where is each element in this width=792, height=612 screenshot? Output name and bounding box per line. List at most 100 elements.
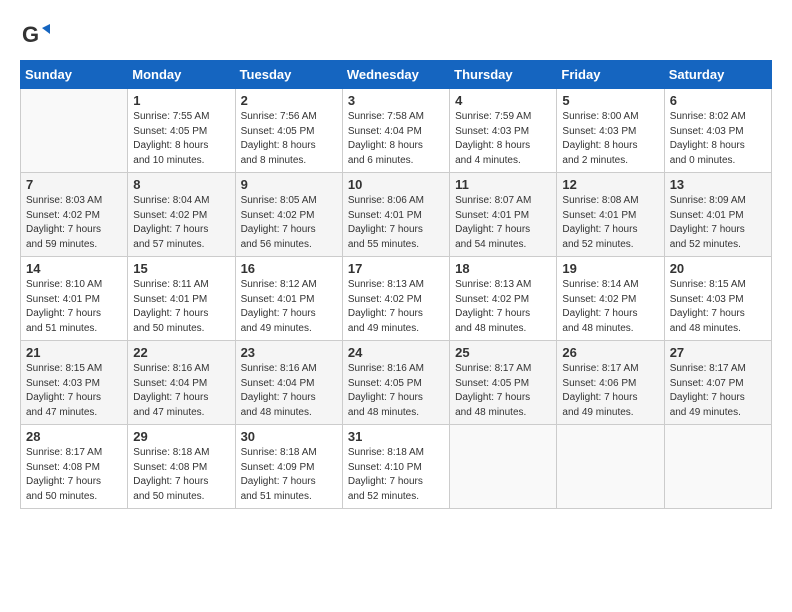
day-info: Sunrise: 8:00 AM Sunset: 4:03 PM Dayligh… bbox=[562, 110, 658, 168]
day-number: 14 bbox=[26, 261, 122, 276]
calendar-cell: 4 Sunrise: 7:59 AM Sunset: 4:03 PM Daylig… bbox=[450, 89, 557, 173]
calendar-cell: 24Sunrise: 8:16 AM Sunset: 4:05 PM Dayli… bbox=[342, 341, 449, 425]
calendar-cell: 26Sunrise: 8:17 AM Sunset: 4:06 PM Dayli… bbox=[557, 341, 664, 425]
calendar-cell: 19Sunrise: 8:14 AM Sunset: 4:02 PM Dayli… bbox=[557, 257, 664, 341]
calendar-cell: 14 Sunrise: 8:10 AM Sunset: 4:01 PM Dayli… bbox=[21, 257, 128, 341]
day-info: Sunrise: 8:16 AM Sunset: 4:04 PM Dayligh… bbox=[241, 362, 337, 420]
calendar-table: SundayMondayTuesdayWednesdayThursdayFrid… bbox=[20, 60, 772, 509]
day-number: 22 bbox=[133, 345, 229, 360]
day-info: Sunrise: 8:18 AM Sunset: 4:08 PM Dayligh… bbox=[133, 446, 229, 504]
calendar-cell: 15 Sunrise: 8:11 AM Sunset: 4:01 PM Dayli… bbox=[128, 257, 235, 341]
day-info: Sunrise: 8:08 AM Sunset: 4:01 PM Dayligh… bbox=[562, 194, 658, 252]
day-number: 15 bbox=[133, 261, 229, 276]
day-info: Sunrise: 7:56 AM Sunset: 4:05 PM Dayligh… bbox=[241, 110, 337, 168]
day-info: Sunrise: 8:17 AM Sunset: 4:08 PM Dayligh… bbox=[26, 446, 122, 504]
weekday-friday: Friday bbox=[557, 61, 664, 89]
calendar-cell: 1Sunrise: 7:55 AM Sunset: 4:05 PM Daylig… bbox=[128, 89, 235, 173]
day-info: Sunrise: 7:58 AM Sunset: 4:04 PM Dayligh… bbox=[348, 110, 444, 168]
calendar-cell: 29 Sunrise: 8:18 AM Sunset: 4:08 PM Dayli… bbox=[128, 425, 235, 509]
weekday-saturday: Saturday bbox=[664, 61, 771, 89]
calendar-cell: 8 Sunrise: 8:04 AM Sunset: 4:02 PM Daylig… bbox=[128, 173, 235, 257]
day-info: Sunrise: 8:03 AM Sunset: 4:02 PM Dayligh… bbox=[26, 194, 122, 252]
calendar-week-5: 28 Sunrise: 8:17 AM Sunset: 4:08 PM Dayli… bbox=[21, 425, 772, 509]
calendar-week-3: 14 Sunrise: 8:10 AM Sunset: 4:01 PM Dayli… bbox=[21, 257, 772, 341]
day-number: 12 bbox=[562, 177, 658, 192]
weekday-thursday: Thursday bbox=[450, 61, 557, 89]
calendar-cell bbox=[557, 425, 664, 509]
weekday-header-row: SundayMondayTuesdayWednesdayThursdayFrid… bbox=[21, 61, 772, 89]
day-number: 28 bbox=[26, 429, 122, 444]
day-number: 4 bbox=[455, 93, 551, 108]
calendar-cell: 3 Sunrise: 7:58 AM Sunset: 4:04 PM Daylig… bbox=[342, 89, 449, 173]
day-number: 1 bbox=[133, 93, 229, 108]
calendar-cell: 25 Sunrise: 8:17 AM Sunset: 4:05 PM Dayli… bbox=[450, 341, 557, 425]
day-number: 23 bbox=[241, 345, 337, 360]
calendar-body: 1Sunrise: 7:55 AM Sunset: 4:05 PM Daylig… bbox=[21, 89, 772, 509]
weekday-monday: Monday bbox=[128, 61, 235, 89]
calendar-cell: 30 Sunrise: 8:18 AM Sunset: 4:09 PM Dayli… bbox=[235, 425, 342, 509]
day-info: Sunrise: 8:05 AM Sunset: 4:02 PM Dayligh… bbox=[241, 194, 337, 252]
day-number: 19 bbox=[562, 261, 658, 276]
day-number: 25 bbox=[455, 345, 551, 360]
day-number: 31 bbox=[348, 429, 444, 444]
calendar-cell: 23 Sunrise: 8:16 AM Sunset: 4:04 PM Dayli… bbox=[235, 341, 342, 425]
day-info: Sunrise: 8:15 AM Sunset: 4:03 PM Dayligh… bbox=[26, 362, 122, 420]
day-number: 6 bbox=[670, 93, 766, 108]
calendar-cell: 18 Sunrise: 8:13 AM Sunset: 4:02 PM Dayli… bbox=[450, 257, 557, 341]
day-info: Sunrise: 8:02 AM Sunset: 4:03 PM Dayligh… bbox=[670, 110, 766, 168]
calendar-cell: 31 Sunrise: 8:18 AM Sunset: 4:10 PM Dayli… bbox=[342, 425, 449, 509]
day-number: 24 bbox=[348, 345, 444, 360]
calendar-cell bbox=[664, 425, 771, 509]
day-number: 11 bbox=[455, 177, 551, 192]
day-number: 7 bbox=[26, 177, 122, 192]
day-info: Sunrise: 8:15 AM Sunset: 4:03 PM Dayligh… bbox=[670, 278, 766, 336]
day-info: Sunrise: 8:11 AM Sunset: 4:01 PM Dayligh… bbox=[133, 278, 229, 336]
day-info: Sunrise: 8:13 AM Sunset: 4:02 PM Dayligh… bbox=[455, 278, 551, 336]
day-number: 30 bbox=[241, 429, 337, 444]
day-number: 13 bbox=[670, 177, 766, 192]
logo: G bbox=[20, 20, 54, 50]
day-number: 20 bbox=[670, 261, 766, 276]
calendar-cell: 11Sunrise: 8:07 AM Sunset: 4:01 PM Dayli… bbox=[450, 173, 557, 257]
calendar-cell: 27Sunrise: 8:17 AM Sunset: 4:07 PM Dayli… bbox=[664, 341, 771, 425]
calendar-cell: 17 Sunrise: 8:13 AM Sunset: 4:02 PM Dayli… bbox=[342, 257, 449, 341]
day-number: 10 bbox=[348, 177, 444, 192]
day-info: Sunrise: 8:13 AM Sunset: 4:02 PM Dayligh… bbox=[348, 278, 444, 336]
day-info: Sunrise: 8:04 AM Sunset: 4:02 PM Dayligh… bbox=[133, 194, 229, 252]
day-info: Sunrise: 8:16 AM Sunset: 4:04 PM Dayligh… bbox=[133, 362, 229, 420]
day-info: Sunrise: 7:59 AM Sunset: 4:03 PM Dayligh… bbox=[455, 110, 551, 168]
calendar-cell bbox=[450, 425, 557, 509]
logo-icon: G bbox=[20, 20, 50, 50]
calendar-week-1: 1Sunrise: 7:55 AM Sunset: 4:05 PM Daylig… bbox=[21, 89, 772, 173]
calendar-cell: 5 Sunrise: 8:00 AM Sunset: 4:03 PM Daylig… bbox=[557, 89, 664, 173]
day-number: 3 bbox=[348, 93, 444, 108]
calendar-week-2: 7 Sunrise: 8:03 AM Sunset: 4:02 PM Daylig… bbox=[21, 173, 772, 257]
calendar-cell: 16Sunrise: 8:12 AM Sunset: 4:01 PM Dayli… bbox=[235, 257, 342, 341]
weekday-tuesday: Tuesday bbox=[235, 61, 342, 89]
day-info: Sunrise: 8:18 AM Sunset: 4:10 PM Dayligh… bbox=[348, 446, 444, 504]
calendar-cell bbox=[21, 89, 128, 173]
day-number: 8 bbox=[133, 177, 229, 192]
day-number: 5 bbox=[562, 93, 658, 108]
day-info: Sunrise: 8:17 AM Sunset: 4:07 PM Dayligh… bbox=[670, 362, 766, 420]
day-info: Sunrise: 8:17 AM Sunset: 4:05 PM Dayligh… bbox=[455, 362, 551, 420]
day-number: 9 bbox=[241, 177, 337, 192]
calendar-cell: 13 Sunrise: 8:09 AM Sunset: 4:01 PM Dayli… bbox=[664, 173, 771, 257]
day-info: Sunrise: 8:17 AM Sunset: 4:06 PM Dayligh… bbox=[562, 362, 658, 420]
day-number: 29 bbox=[133, 429, 229, 444]
day-number: 17 bbox=[348, 261, 444, 276]
calendar-cell: 6 Sunrise: 8:02 AM Sunset: 4:03 PM Daylig… bbox=[664, 89, 771, 173]
day-info: Sunrise: 8:18 AM Sunset: 4:09 PM Dayligh… bbox=[241, 446, 337, 504]
day-info: Sunrise: 8:09 AM Sunset: 4:01 PM Dayligh… bbox=[670, 194, 766, 252]
calendar-cell: 12 Sunrise: 8:08 AM Sunset: 4:01 PM Dayli… bbox=[557, 173, 664, 257]
calendar-cell: 9 Sunrise: 8:05 AM Sunset: 4:02 PM Daylig… bbox=[235, 173, 342, 257]
calendar-cell: 20 Sunrise: 8:15 AM Sunset: 4:03 PM Dayli… bbox=[664, 257, 771, 341]
day-info: Sunrise: 8:10 AM Sunset: 4:01 PM Dayligh… bbox=[26, 278, 122, 336]
day-info: Sunrise: 8:06 AM Sunset: 4:01 PM Dayligh… bbox=[348, 194, 444, 252]
calendar-cell: 28 Sunrise: 8:17 AM Sunset: 4:08 PM Dayli… bbox=[21, 425, 128, 509]
day-number: 18 bbox=[455, 261, 551, 276]
calendar-cell: 22 Sunrise: 8:16 AM Sunset: 4:04 PM Dayli… bbox=[128, 341, 235, 425]
calendar-cell: 2Sunrise: 7:56 AM Sunset: 4:05 PM Daylig… bbox=[235, 89, 342, 173]
page-header: G bbox=[20, 20, 772, 50]
calendar-week-4: 21Sunrise: 8:15 AM Sunset: 4:03 PM Dayli… bbox=[21, 341, 772, 425]
